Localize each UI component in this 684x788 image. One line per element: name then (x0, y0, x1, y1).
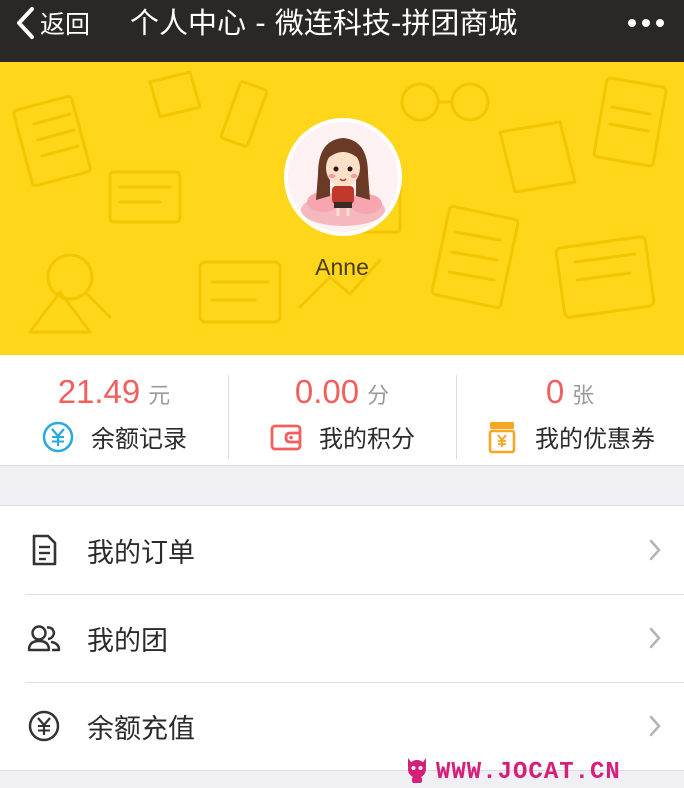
back-button[interactable]: 返回 (14, 0, 90, 46)
points-label: 我的积分 (319, 425, 415, 453)
username: Anne (315, 254, 369, 280)
balance-label: 余额记录 (91, 425, 187, 453)
menu-item-label: 余额充值 (87, 713, 195, 745)
balance-unit: 元 (148, 384, 171, 409)
chevron-right-icon (648, 538, 662, 562)
watermark: WWW.JOCAT.CN (404, 756, 621, 788)
stat-balance[interactable]: 21.49 元 余额记录 (0, 355, 228, 465)
coupons-unit: 张 (572, 384, 595, 409)
menu-item-label: 我的团 (87, 625, 168, 657)
page-title: 个人中心 - 微连科技-拼团商城 (130, 6, 518, 40)
wallet-icon (269, 420, 303, 454)
yuan-circle-icon (27, 709, 61, 743)
watermark-text: WWW.JOCAT.CN (436, 758, 621, 786)
menu-item-label: 我的订单 (87, 537, 195, 569)
coupon-jar-icon (485, 420, 519, 454)
points-value: 0.00 (294, 373, 360, 410)
cat-logo-icon (404, 756, 430, 788)
more-dots-icon[interactable] (622, 0, 664, 46)
profile-header: Anne (0, 62, 684, 355)
avatar[interactable] (284, 118, 402, 236)
stat-coupons[interactable]: 0 张 我的优惠券 (456, 355, 684, 465)
cartoon-girl-avatar (288, 122, 398, 232)
menu-list: 我的订单 我的团 余额充值 (0, 505, 684, 771)
yuan-circle-icon (41, 420, 75, 454)
chevron-right-icon (648, 626, 662, 650)
chevron-left-icon (14, 6, 36, 40)
group-icon (27, 621, 61, 655)
coupons-value: 0 (545, 373, 565, 410)
back-label: 返回 (40, 10, 91, 39)
document-icon (27, 533, 61, 567)
menu-item-my-groups[interactable]: 我的团 (0, 594, 684, 682)
top-nav-bar: 返回 个人中心 - 微连科技-拼团商城 (0, 0, 684, 62)
stat-points[interactable]: 0.00 分 我的积分 (228, 355, 456, 465)
balance-value: 21.49 (57, 373, 141, 410)
chevron-right-icon (648, 714, 662, 738)
account-stats: 21.49 元 余额记录 0.00 分 我的积分 0 张 我的优惠券 (0, 355, 684, 466)
menu-item-my-orders[interactable]: 我的订单 (0, 506, 684, 594)
points-unit: 分 (367, 384, 390, 409)
coupons-label: 我的优惠券 (535, 425, 655, 453)
